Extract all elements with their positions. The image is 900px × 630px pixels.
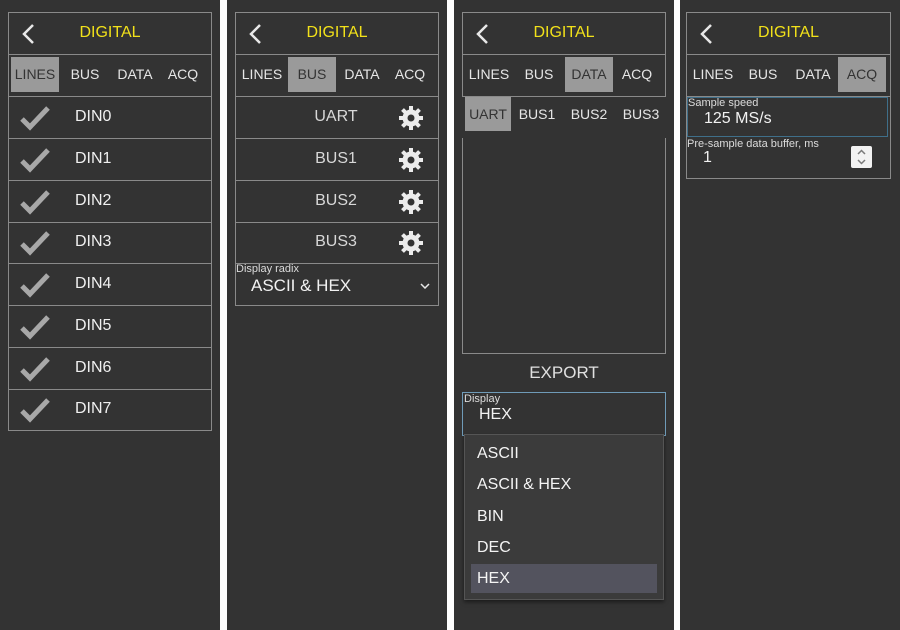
dropdown-option-hex[interactable]: HEX xyxy=(471,564,657,593)
line-row-din1[interactable]: DIN1 xyxy=(9,139,211,181)
gear-icon[interactable] xyxy=(398,189,424,215)
spinner-arrows-icon[interactable] xyxy=(851,146,872,168)
line-label: DIN1 xyxy=(75,150,112,167)
tab-data[interactable]: DATA xyxy=(338,57,386,92)
tab-lines[interactable]: LINES xyxy=(465,57,513,92)
check-icon[interactable] xyxy=(19,147,51,173)
panel-header: DIGITAL xyxy=(236,13,438,55)
panel-bus: DIGITAL LINES BUS DATA ACQ UART BUS1 BUS… xyxy=(227,0,447,630)
line-label: DIN4 xyxy=(75,275,112,292)
dropdown-option-ascii[interactable]: ASCII xyxy=(471,439,657,468)
page-title: DIGITAL xyxy=(533,24,595,41)
data-subtab-bar: UART BUS1 BUS2 BUS3 xyxy=(462,97,666,133)
data-output-area[interactable] xyxy=(462,138,666,354)
line-row-din7[interactable]: DIN7 xyxy=(9,389,211,430)
tab-lines[interactable]: LINES xyxy=(238,57,286,92)
tab-bus[interactable]: BUS xyxy=(288,57,336,92)
line-label: DIN0 xyxy=(75,108,112,125)
panel-acq: DIGITAL LINES BUS DATA ACQ Sample speed … xyxy=(680,0,900,630)
line-row-din4[interactable]: DIN4 xyxy=(9,264,211,306)
subtab-bus1[interactable]: BUS1 xyxy=(514,97,560,131)
line-row-din0[interactable]: DIN0 xyxy=(9,97,211,139)
presample-field[interactable]: Pre-sample data buffer, ms 1 xyxy=(687,137,888,177)
gear-icon[interactable] xyxy=(398,105,424,131)
line-label: DIN6 xyxy=(75,359,112,376)
tab-lines[interactable]: LINES xyxy=(689,57,737,92)
page-title: DIGITAL xyxy=(757,24,820,41)
tab-acq[interactable]: ACQ xyxy=(613,57,661,92)
radix-select[interactable]: Display radix ASCII & HEX xyxy=(236,263,438,305)
check-icon[interactable] xyxy=(19,230,51,256)
bus-row-uart[interactable]: UART xyxy=(236,97,438,139)
tab-bar: LINES BUS DATA ACQ xyxy=(9,55,211,97)
check-icon[interactable] xyxy=(19,397,51,423)
tab-bar: LINES BUS DATA ACQ xyxy=(687,55,890,97)
data-frame: DIGITAL LINES BUS DATA ACQ xyxy=(462,12,666,97)
sample-speed-value: 125 MS/s xyxy=(704,110,772,127)
sample-speed-field[interactable]: Sample speed 125 MS/s xyxy=(687,97,888,137)
tab-acq[interactable]: ACQ xyxy=(159,57,207,92)
bus-frame: DIGITAL LINES BUS DATA ACQ UART BUS1 BUS… xyxy=(235,12,439,306)
subtab-bus3[interactable]: BUS3 xyxy=(618,97,664,131)
tab-bus[interactable]: BUS xyxy=(739,57,787,92)
radix-label: Display radix xyxy=(236,263,299,275)
bus-row-bus1[interactable]: BUS1 xyxy=(236,139,438,181)
gear-icon[interactable] xyxy=(398,147,424,173)
tab-data[interactable]: DATA xyxy=(565,57,613,92)
lines-frame: DIGITAL LINES BUS DATA ACQ DIN0 DIN1 DIN… xyxy=(8,12,212,431)
bus-row-bus3[interactable]: BUS3 xyxy=(236,222,438,264)
tab-bar: LINES BUS DATA ACQ xyxy=(236,55,438,97)
tab-acq[interactable]: ACQ xyxy=(838,57,886,92)
page-title: DIGITAL xyxy=(79,24,141,41)
dropdown-option-ascii-hex[interactable]: ASCII & HEX xyxy=(471,470,657,499)
line-row-din5[interactable]: DIN5 xyxy=(9,306,211,348)
radix-value: ASCII & HEX xyxy=(251,276,352,295)
tab-data[interactable]: DATA xyxy=(789,57,837,92)
subtab-bus2[interactable]: BUS2 xyxy=(566,97,612,131)
line-row-din3[interactable]: DIN3 xyxy=(9,222,211,264)
line-label: DIN7 xyxy=(75,400,112,417)
dropdown-option-dec[interactable]: DEC xyxy=(471,533,657,562)
check-icon[interactable] xyxy=(19,356,51,382)
line-label: DIN3 xyxy=(75,233,112,250)
presample-value: 1 xyxy=(703,149,712,166)
acq-frame: DIGITAL LINES BUS DATA ACQ Sample speed … xyxy=(686,12,891,179)
check-icon[interactable] xyxy=(19,272,51,298)
page-title: DIGITAL xyxy=(306,24,368,41)
tab-lines[interactable]: LINES xyxy=(11,57,59,92)
line-label: DIN5 xyxy=(75,317,112,334)
dropdown-option-bin[interactable]: BIN xyxy=(471,502,657,531)
tab-bar: LINES BUS DATA ACQ xyxy=(463,55,665,97)
panel-lines: DIGITAL LINES BUS DATA ACQ DIN0 DIN1 DIN… xyxy=(0,0,220,630)
chevron-down-icon[interactable] xyxy=(420,283,430,289)
panel-header: DIGITAL xyxy=(9,13,211,55)
bus-row-bus2[interactable]: BUS2 xyxy=(236,181,438,223)
tab-data[interactable]: DATA xyxy=(111,57,159,92)
panel-header: DIGITAL xyxy=(687,13,890,55)
display-select[interactable]: Display HEX xyxy=(462,392,666,436)
check-icon[interactable] xyxy=(19,189,51,215)
display-value: HEX xyxy=(479,406,512,423)
line-row-din6[interactable]: DIN6 xyxy=(9,348,211,390)
tab-bus[interactable]: BUS xyxy=(61,57,109,92)
export-button[interactable]: EXPORT xyxy=(462,354,666,392)
sample-speed-label: Sample speed xyxy=(688,97,759,109)
gear-icon[interactable] xyxy=(398,230,424,256)
tab-acq[interactable]: ACQ xyxy=(386,57,434,92)
subtab-uart[interactable]: UART xyxy=(465,97,511,131)
line-label: DIN2 xyxy=(75,192,112,209)
display-dropdown: ASCII ASCII & HEX BIN DEC HEX xyxy=(464,434,664,600)
tab-bus[interactable]: BUS xyxy=(515,57,563,92)
panel-data: DIGITAL LINES BUS DATA ACQ UART BUS1 BUS… xyxy=(454,0,674,630)
export-label: EXPORT xyxy=(529,363,599,382)
check-icon[interactable] xyxy=(19,105,51,131)
display-label: Display xyxy=(464,393,501,405)
panel-header: DIGITAL xyxy=(463,13,665,55)
check-icon[interactable] xyxy=(19,314,51,340)
line-row-din2[interactable]: DIN2 xyxy=(9,181,211,223)
